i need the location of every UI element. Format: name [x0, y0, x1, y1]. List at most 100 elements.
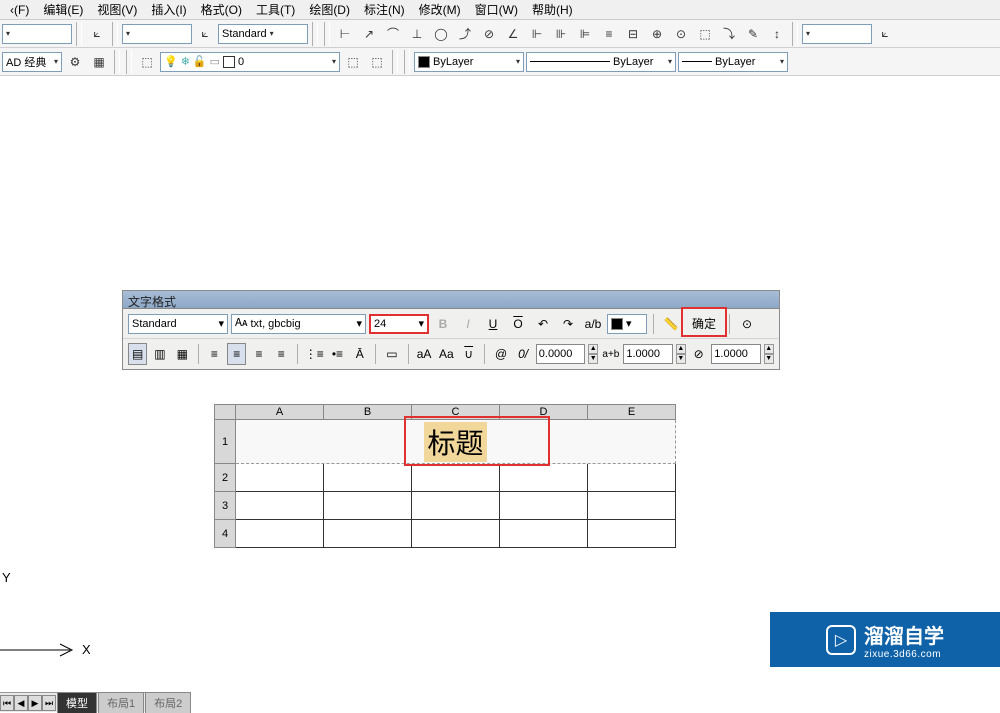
tab-last-icon[interactable]: ⏭ — [42, 695, 56, 711]
menu-draw[interactable]: 绘图(D) — [303, 0, 356, 20]
row-header[interactable]: 1 — [214, 420, 236, 464]
overline-button[interactable]: O — [507, 313, 529, 335]
textstyle-select[interactable]: Standard▾ — [128, 314, 228, 334]
drawing-canvas[interactable]: 文字格式 Standard▾ 🗛txt, gbcbig▾ 24▾ B I U O… — [0, 78, 1000, 692]
table-corner[interactable] — [214, 404, 236, 420]
col-header[interactable]: A — [236, 404, 324, 420]
row-header[interactable]: 4 — [214, 520, 236, 548]
italic-button[interactable]: I — [457, 313, 479, 335]
tab-prev-icon[interactable]: ◀ — [14, 695, 28, 711]
color-select[interactable]: ▾ — [607, 314, 647, 334]
cell[interactable] — [236, 520, 324, 548]
workspace-settings-icon[interactable]: ⚙ — [64, 51, 86, 73]
cell[interactable] — [236, 464, 324, 492]
numbering-icon[interactable]: ⋮≡ — [304, 343, 325, 365]
workspace-dd[interactable]: AD 经典▾ — [2, 52, 62, 72]
menu-view[interactable]: 视图(V) — [91, 0, 143, 20]
stack-button[interactable]: a/b — [582, 313, 604, 335]
cell[interactable] — [412, 520, 500, 548]
cell[interactable] — [324, 464, 412, 492]
menu-edit[interactable]: 编辑(E) — [37, 0, 89, 20]
redo-button[interactable]: ↷ — [557, 313, 579, 335]
center-mark-icon[interactable]: ⊙ — [670, 23, 692, 45]
cell[interactable] — [588, 492, 676, 520]
dim-radius-icon[interactable]: ◯ — [430, 23, 452, 45]
tracking-spinner[interactable]: ▲▼ — [588, 344, 598, 364]
menu-insert[interactable]: 插入(I) — [145, 0, 192, 20]
oblique-angle-icon[interactable]: ⊘ — [689, 343, 708, 365]
cell[interactable] — [588, 520, 676, 548]
font-select[interactable]: 🗛txt, gbcbig▾ — [231, 314, 366, 334]
justify-right-icon[interactable]: ≡ — [249, 343, 268, 365]
title-cell[interactable]: 标题 — [236, 420, 676, 464]
textstyle-dd[interactable]: Standard▾ — [218, 24, 308, 44]
align-topright-icon[interactable]: ▦ — [173, 343, 192, 365]
menu-window[interactable]: 窗口(W) — [469, 0, 524, 20]
lower-Aa-icon[interactable]: Aa — [437, 343, 456, 365]
bold-button[interactable]: B — [432, 313, 454, 335]
row-header[interactable]: 3 — [214, 492, 236, 520]
tolerance-icon[interactable]: ⊕ — [646, 23, 668, 45]
justify-full-icon[interactable]: ≡ — [272, 343, 291, 365]
justify-center-icon[interactable]: ≡ — [227, 343, 246, 365]
options-button[interactable]: ⊙ — [736, 313, 758, 335]
bullets-icon[interactable]: •≡ — [328, 343, 347, 365]
dimstyle-dd[interactable]: ▾ — [802, 24, 872, 44]
dim-break-icon[interactable]: ⊟ — [622, 23, 644, 45]
dim-tedit-icon[interactable]: ↕ — [766, 23, 788, 45]
overline2-icon[interactable]: ∪ — [459, 343, 478, 365]
lineweight-dd[interactable]: ByLayer▾ — [678, 52, 788, 72]
dimstyle-mgr-icon[interactable]: ⟀ — [874, 23, 896, 45]
dim-continue-icon[interactable]: ⊫ — [574, 23, 596, 45]
ok-button[interactable]: 确定 — [685, 313, 723, 335]
field-insert-icon[interactable]: ▭ — [382, 343, 401, 365]
tab-first-icon[interactable]: ⏮ — [0, 695, 14, 711]
dim-baseline-icon[interactable]: ⊪ — [550, 23, 572, 45]
dim-diameter-icon[interactable]: ⊘ — [478, 23, 500, 45]
oblique-icon[interactable]: 0/ — [513, 343, 532, 365]
menu-format[interactable]: 格式(O) — [195, 0, 248, 20]
dim-aligned-icon[interactable]: ↗ — [358, 23, 380, 45]
dim-quick-icon[interactable]: ⊩ — [526, 23, 548, 45]
annotation-scale-icon[interactable]: ⟀ — [86, 23, 108, 45]
color-dd[interactable]: ByLayer▾ — [414, 52, 524, 72]
cell[interactable] — [324, 520, 412, 548]
ruler-button[interactable]: 📏 — [660, 313, 682, 335]
layer-state-icon[interactable]: ⬚ — [366, 51, 388, 73]
layers-icon[interactable]: ⬚ — [136, 51, 158, 73]
linetype-dd[interactable]: ByLayer▾ — [526, 52, 676, 72]
col-header[interactable]: C — [412, 404, 500, 420]
menu-annotate[interactable]: 标注(N) — [358, 0, 411, 20]
workspace-lock-icon[interactable]: ▦ — [88, 51, 110, 73]
cell[interactable] — [500, 520, 588, 548]
title-text[interactable]: 标题 — [424, 422, 486, 462]
cell[interactable] — [500, 492, 588, 520]
annotation-icon[interactable]: ⟀ — [194, 23, 216, 45]
tab-layout2[interactable]: 布局2 — [145, 692, 191, 713]
tab-next-icon[interactable]: ▶ — [28, 695, 42, 711]
col-header[interactable]: B — [324, 404, 412, 420]
dim-arc-icon[interactable]: ⌒ — [382, 23, 404, 45]
align-topleft-icon[interactable]: ▤ — [128, 343, 147, 365]
justify-left-icon[interactable]: ≡ — [205, 343, 224, 365]
dim-linear-icon[interactable]: ⊢ — [334, 23, 356, 45]
dim-jogged-icon[interactable]: ⤴ — [454, 23, 476, 45]
row-header[interactable]: 2 — [214, 464, 236, 492]
menu-file[interactable]: ‹(F) — [4, 1, 35, 19]
jog-line-icon[interactable]: ⤵ — [718, 23, 740, 45]
menu-modify[interactable]: 修改(M) — [413, 0, 467, 20]
align-topcenter-icon[interactable]: ▥ — [150, 343, 169, 365]
inspect-icon[interactable]: ⬚ — [694, 23, 716, 45]
oblique-spinner[interactable]: ▲▼ — [764, 344, 774, 364]
underline-button[interactable]: U — [482, 313, 504, 335]
menu-help[interactable]: 帮助(H) — [526, 0, 579, 20]
symbol-at-icon[interactable]: @ — [491, 343, 510, 365]
col-header[interactable]: E — [588, 404, 676, 420]
dim-angular-icon[interactable]: ∠ — [502, 23, 524, 45]
tab-layout1[interactable]: 布局1 — [98, 692, 144, 713]
width-spinner[interactable]: ▲▼ — [676, 344, 686, 364]
style-dd-1[interactable]: ▾ — [2, 24, 72, 44]
fontsize-select[interactable]: 24▾ — [369, 314, 429, 334]
dim-space-icon[interactable]: ≡ — [598, 23, 620, 45]
cell[interactable] — [588, 464, 676, 492]
